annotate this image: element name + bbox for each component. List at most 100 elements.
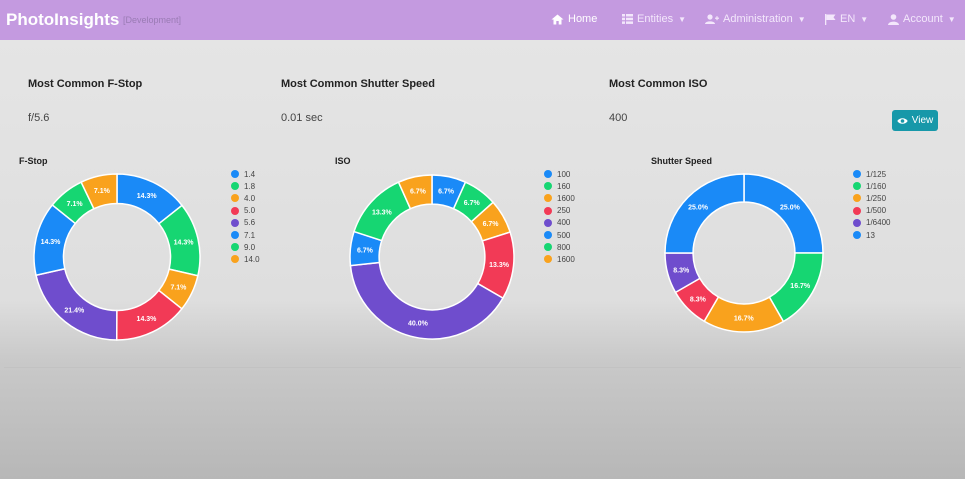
slice-percent-label: 13.3% (489, 262, 510, 269)
legend-item[interactable]: 13 (853, 229, 890, 241)
chevron-down-icon: ▼ (797, 14, 806, 24)
legend-swatch (231, 170, 239, 179)
fstop-legend: 1.4 1.8 4.0 5.0 5.6 7.1 9.0 14.0 (231, 168, 260, 266)
legend-swatch (544, 170, 552, 179)
stat-shutter-title: Most Common Shutter Speed (281, 78, 436, 90)
brand-subtitle: [Development] (123, 15, 182, 25)
legend-swatch (544, 231, 552, 240)
nav-language-label: EN (840, 13, 856, 25)
chart-iso-title: ISO (335, 156, 351, 166)
nav-administration[interactable]: Administration ▼ (705, 13, 806, 25)
chevron-down-icon: ▼ (860, 14, 869, 24)
user-plus-icon (705, 14, 719, 24)
legend-item[interactable]: 500 (544, 229, 575, 241)
donut-slice-13[interactable] (664, 173, 745, 254)
legend-swatch (853, 206, 861, 215)
legend-label: 4.0 (244, 193, 256, 203)
legend-swatch (853, 170, 861, 179)
stat-shutter-value: 0.01 sec (281, 112, 323, 124)
slice-percent-label: 14.3% (137, 193, 158, 200)
legend-item[interactable]: 400 (544, 217, 575, 229)
nav-home[interactable]: Home (551, 13, 597, 25)
iso-legend: 100 160 1600 250 400 500 800 1600 (544, 168, 575, 266)
legend-label: 800 (557, 242, 571, 252)
user-icon (888, 13, 899, 25)
slice-percent-label: 6.7% (357, 247, 374, 254)
legend-item[interactable]: 5.0 (231, 205, 260, 217)
list-icon (622, 14, 633, 24)
slice-percent-label: 7.1% (94, 188, 111, 195)
nav-entities[interactable]: Entities ▼ (622, 13, 686, 25)
legend-item[interactable]: 100 (544, 168, 575, 180)
navbar: PhotoInsights [Development] Home Entitie… (0, 0, 965, 40)
legend-label: 5.6 (244, 218, 256, 228)
legend-item[interactable]: 1600 (544, 253, 575, 265)
nav-administration-label: Administration (723, 13, 793, 25)
donut-slice-1/125[interactable] (743, 173, 824, 254)
legend-item[interactable]: 9.0 (231, 241, 260, 253)
legend-item[interactable]: 1/160 (853, 180, 890, 192)
legend-label: 5.0 (244, 206, 256, 216)
slice-percent-label: 7.1% (170, 284, 187, 291)
legend-item[interactable]: 1/500 (853, 205, 890, 217)
legend-swatch (231, 182, 239, 191)
legend-item[interactable]: 160 (544, 180, 575, 192)
legend-swatch (231, 243, 239, 252)
legend-item[interactable]: 1/6400 (853, 217, 890, 229)
slice-percent-label: 25.0% (688, 205, 709, 212)
iso-donut-chart: 6.7% 6.7% 6.7% 13.3% 40.0% 6.7% 13.3% 6.7% (349, 174, 515, 340)
slice-percent-label: 21.4% (64, 308, 85, 315)
nav-account[interactable]: Account ▼ (888, 13, 956, 25)
legend-swatch (544, 182, 552, 191)
nav-entities-label: Entities (637, 13, 674, 25)
legend-item[interactable]: 1.8 (231, 180, 260, 192)
view-button[interactable]: View (892, 110, 938, 131)
legend-label: 400 (557, 218, 571, 228)
legend-label: 9.0 (244, 242, 256, 252)
home-icon (551, 14, 564, 24)
legend-item[interactable]: 1600 (544, 192, 575, 204)
legend-swatch (231, 206, 239, 215)
legend-label: 1/500 (866, 206, 887, 216)
legend-swatch (544, 194, 552, 203)
nav-home-label: Home (568, 13, 598, 25)
legend-swatch (853, 231, 861, 240)
legend-swatch (853, 218, 861, 227)
legend-item[interactable]: 800 (544, 241, 575, 253)
legend-swatch (544, 243, 552, 252)
slice-percent-label: 6.7% (438, 189, 455, 196)
stat-fstop-value: f/5.6 (28, 112, 50, 124)
slice-percent-label: 7.1% (67, 201, 84, 208)
fstop-donut-chart: 14.3% 14.3% 7.1% 14.3% 21.4% 14.3% 7.1% 7.1% (33, 173, 201, 341)
legend-label: 1/160 (866, 181, 887, 191)
chart-fstop-title: F-Stop (19, 156, 48, 166)
legend-swatch (544, 206, 552, 215)
legend-label: 1600 (557, 254, 575, 264)
chevron-down-icon: ▼ (947, 14, 956, 24)
legend-item[interactable]: 250 (544, 205, 575, 217)
slice-percent-label: 40.0% (408, 320, 429, 327)
chevron-down-icon: ▼ (678, 14, 686, 24)
legend-item[interactable]: 7.1 (231, 229, 260, 241)
legend-item[interactable]: 14.0 (231, 253, 260, 265)
flag-icon (825, 13, 836, 25)
shutter-donut-chart: 25.0% 16.7% 16.7% 8.3% 8.3% 25.0% (664, 173, 824, 333)
slice-percent-label: 14.3% (41, 239, 62, 246)
slice-percent-label: 13.3% (372, 209, 393, 216)
legend-item[interactable]: 5.6 (231, 217, 260, 229)
slice-percent-label: 16.7% (790, 283, 811, 290)
donut-slice-400[interactable] (349, 261, 504, 340)
divider (4, 367, 961, 368)
donut-slice-5.6[interactable] (35, 267, 118, 341)
brand-logo[interactable]: PhotoInsights (6, 10, 119, 30)
chart-shutter-title: Shutter Speed (651, 156, 713, 166)
legend-label: 1/6400 (866, 218, 891, 228)
legend-item[interactable]: 1.4 (231, 168, 260, 180)
legend-label: 13 (866, 230, 875, 240)
legend-label: 1/250 (866, 193, 887, 203)
legend-item[interactable]: 1/250 (853, 192, 890, 204)
legend-item[interactable]: 4.0 (231, 192, 260, 204)
legend-item[interactable]: 1/125 (853, 168, 890, 180)
slice-percent-label: 14.3% (174, 239, 195, 246)
nav-language[interactable]: EN ▼ (825, 13, 868, 25)
